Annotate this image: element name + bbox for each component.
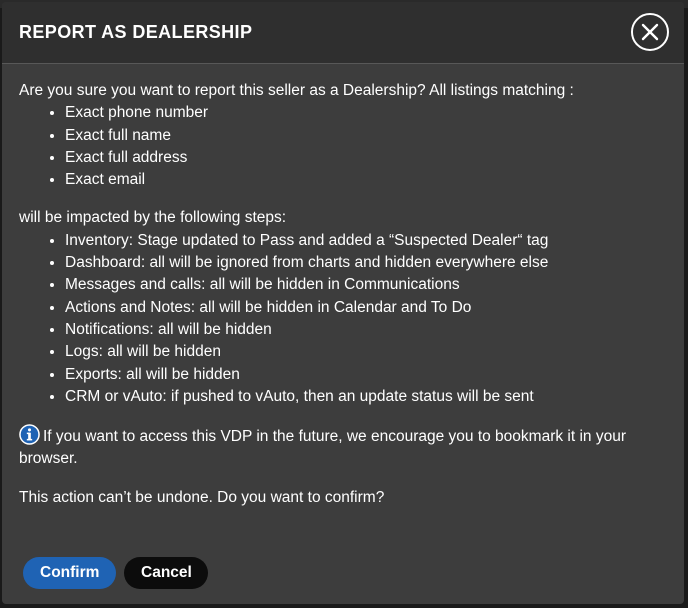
impact-steps-list: Inventory: Stage updated to Pass and add…: [19, 230, 667, 408]
close-button[interactable]: [631, 13, 669, 51]
list-item: CRM or vAuto: if pushed to vAuto, then a…: [65, 386, 667, 408]
list-item: Dashboard: all will be ignored from char…: [65, 252, 667, 274]
list-item: Logs: all will be hidden: [65, 341, 667, 363]
match-criteria-list: Exact phone number Exact full name Exact…: [19, 102, 667, 191]
list-item: Exact full name: [65, 125, 667, 147]
report-dealership-modal: REPORT AS DEALERSHIP Are you sure you wa…: [2, 2, 684, 604]
modal-body: Are you sure you want to report this sel…: [2, 64, 684, 509]
modal-actions: Confirm Cancel: [23, 557, 208, 589]
info-icon: [19, 424, 40, 445]
confirm-button[interactable]: Confirm: [23, 557, 116, 589]
info-note: If you want to access this VDP in the fu…: [19, 424, 667, 471]
list-item: Messages and calls: all will be hidden i…: [65, 274, 667, 296]
steps-intro-text: will be impacted by the following steps:: [19, 209, 287, 227]
confirm-question: This action can’t be undone. Do you want…: [19, 488, 385, 506]
list-item: Actions and Notes: all will be hidden in…: [65, 297, 667, 319]
list-item: Notifications: all will be hidden: [65, 319, 667, 341]
intro-text: Are you sure you want to report this sel…: [19, 82, 574, 99]
list-item: Exact full address: [65, 147, 667, 169]
list-item: Inventory: Stage updated to Pass and add…: [65, 230, 667, 252]
info-text: If you want to access this VDP in the fu…: [19, 428, 626, 468]
list-item: Exact email: [65, 169, 667, 191]
list-item: Exact phone number: [65, 102, 667, 124]
modal-header: REPORT AS DEALERSHIP: [2, 2, 684, 64]
close-icon: [641, 23, 659, 41]
modal-title: REPORT AS DEALERSHIP: [19, 22, 253, 42]
list-item: Exports: all will be hidden: [65, 364, 667, 386]
cancel-button[interactable]: Cancel: [124, 557, 208, 589]
